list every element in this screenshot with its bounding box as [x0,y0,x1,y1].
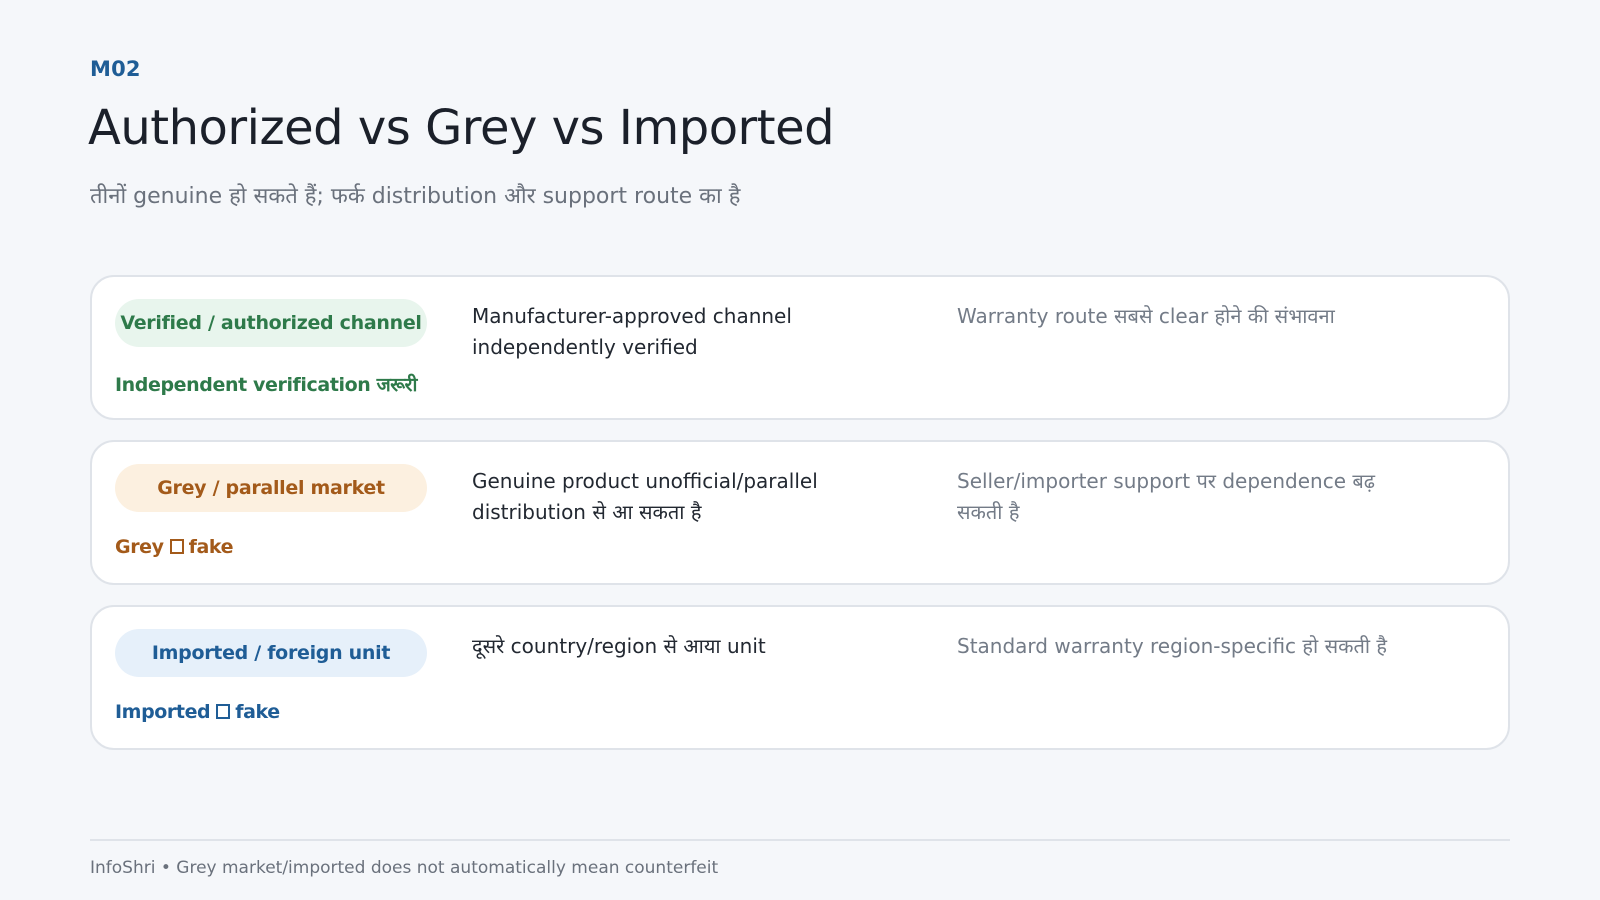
note-imported-prefix: Imported [115,701,211,723]
note-imported-suffix: fake [235,701,280,723]
missing-glyph-box-icon [169,539,184,554]
row-authorized: Verified / authorized channel Independen… [90,275,1510,420]
label-pill-grey: Grey / parallel market [115,464,427,512]
note-grey-prefix: Grey [115,536,164,558]
page-title: Authorized vs Grey vs Imported [88,100,835,156]
note-imported: Imported fake [115,701,280,723]
footer-text: InfoShri • Grey market/imported does not… [90,858,719,878]
warranty-authorized: Warranty route सबसे clear होने की संभावन… [957,304,1335,328]
label-pill-authorized: Verified / authorized channel [115,299,427,347]
note-authorized: Independent verification जरूरी [115,374,417,396]
missing-glyph-box-icon [216,704,231,719]
note-grey: Grey fake [115,536,234,558]
note-grey-suffix: fake [188,536,234,558]
label-pill-imported: Imported / foreign unit [115,629,427,677]
row-imported: Imported / foreign unit Imported fake दूस… [90,605,1510,750]
slide: M02 Authorized vs Grey vs Imported तीनों… [88,0,1510,900]
module-code: M02 [90,57,141,81]
comparison-list: Verified / authorized channel Independen… [90,275,1510,770]
description-imported: दूसरे country/region से आया unit [472,634,766,658]
warranty-grey: Seller/importer support पर dependence बढ… [957,469,1376,524]
row-grey: Grey / parallel market Grey fake Genuine … [90,440,1510,585]
page-subtitle: तीनों genuine हो सकते हैं; फर्क distribu… [90,184,741,209]
description-authorized: Manufacturer-approved channel independen… [472,304,792,359]
description-grey: Genuine product unofficial/parallel dist… [472,469,818,524]
warranty-imported: Standard warranty region-specific हो सकत… [957,634,1388,658]
footer-divider [90,839,1510,841]
